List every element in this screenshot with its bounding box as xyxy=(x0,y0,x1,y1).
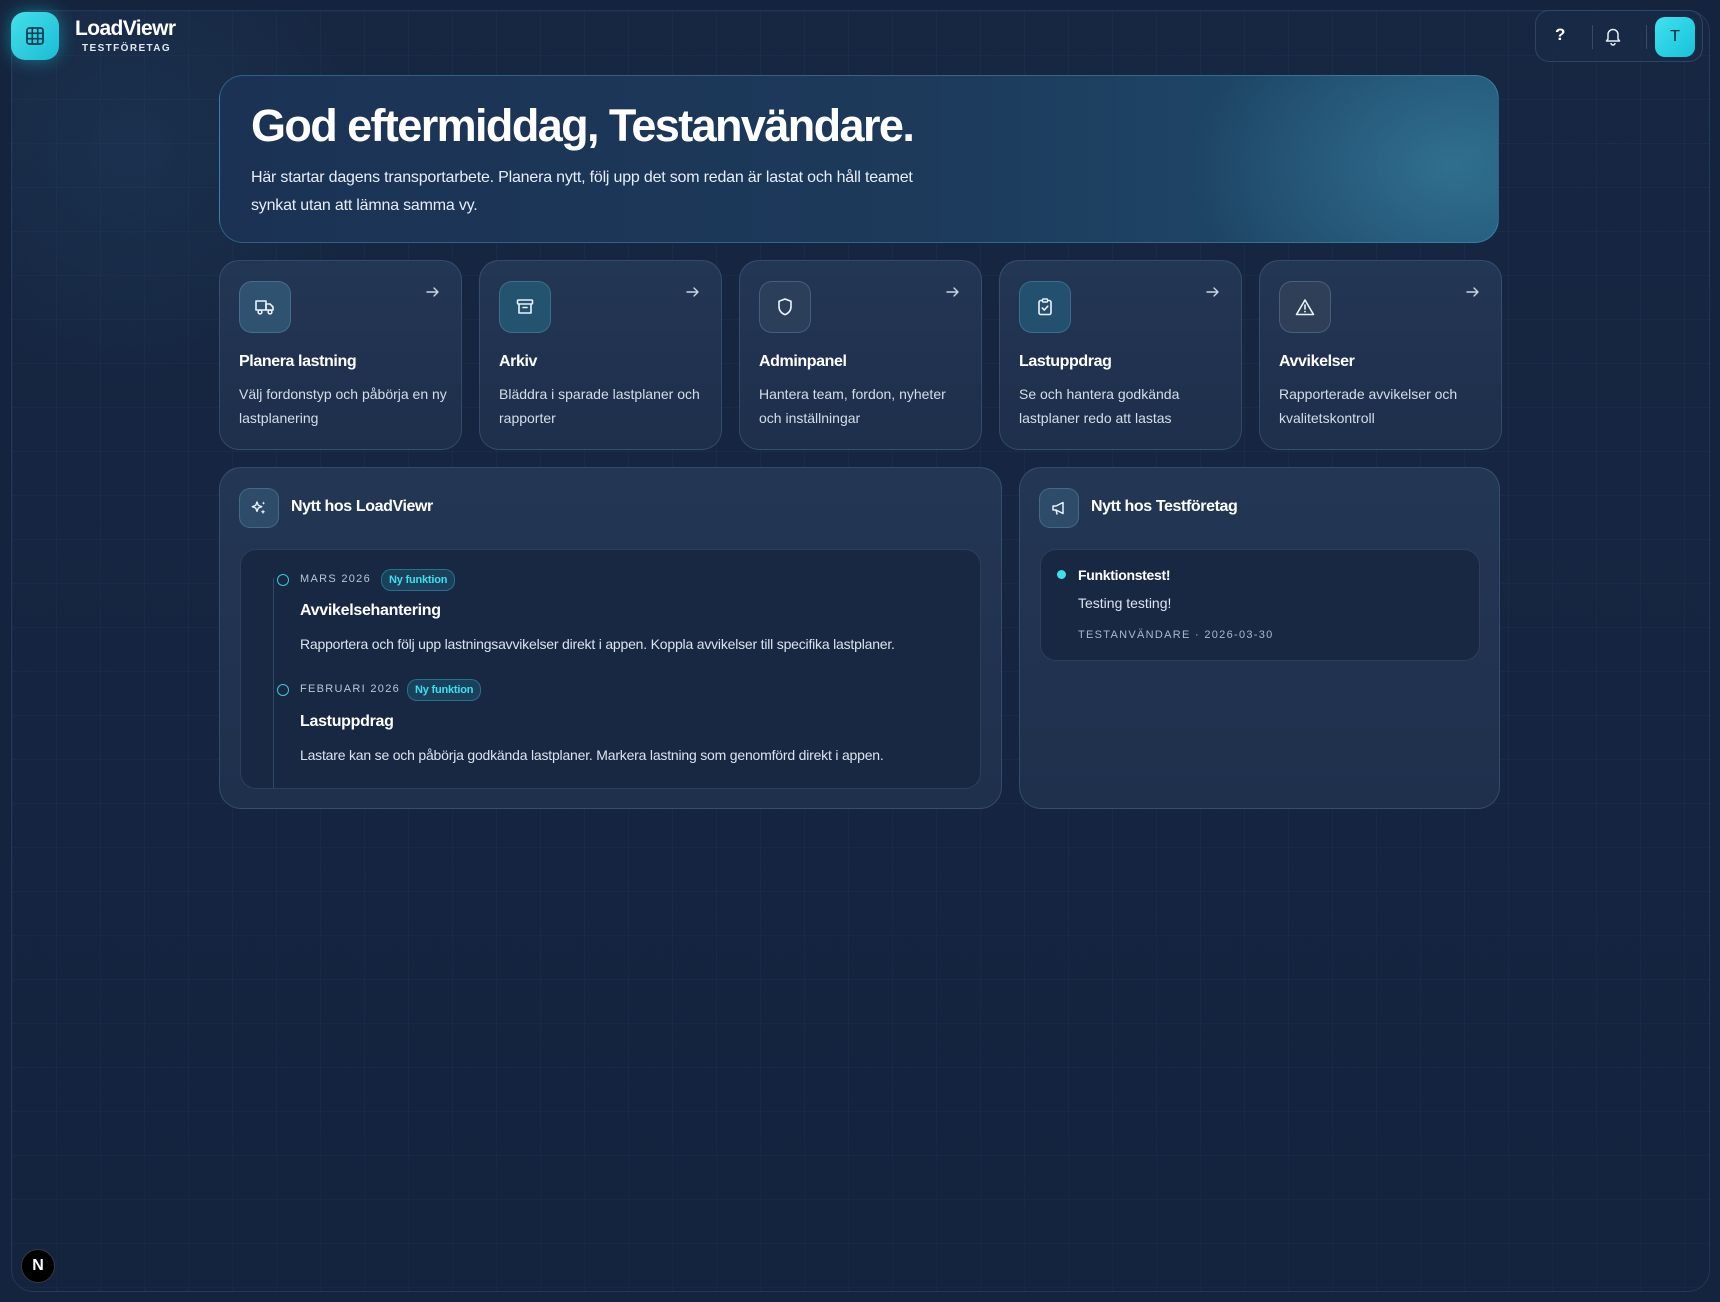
timeline-dot xyxy=(277,574,289,586)
panel-title: Nytt hos LoadViewr xyxy=(291,498,433,515)
sparkles-icon xyxy=(239,488,279,528)
post-title: Funktionstest! xyxy=(1078,567,1171,583)
megaphone-icon xyxy=(1039,488,1079,528)
news-date: FEBRUARI 2026 xyxy=(300,683,401,695)
company-name: TESTFÖRETAG xyxy=(82,43,172,54)
news-title: Avvikelsehantering xyxy=(300,602,441,619)
card-description: Hantera team, fordon, nyheter och instäl… xyxy=(759,386,946,426)
card-title: Arkiv xyxy=(499,353,538,370)
card-description: Se och hantera godkända lastplaner redo … xyxy=(1019,386,1180,426)
shield-icon xyxy=(759,281,811,333)
news-description: Lastare kan se och påbörja godkända last… xyxy=(300,747,884,763)
unread-dot xyxy=(1057,570,1066,579)
arrow-right-icon xyxy=(1206,285,1220,303)
brand-name: LoadViewr xyxy=(75,17,176,40)
greeting-title: God eftermiddag, Testanvändare. xyxy=(251,100,915,151)
panel-news-company: Nytt hos Testföretag Funktionstest! Test… xyxy=(1019,467,1500,809)
new-feature-badge: Ny funktion xyxy=(381,569,456,591)
card-title: Avvikelser xyxy=(1279,353,1355,370)
toolbar-divider xyxy=(1646,25,1647,49)
news-title: Lastuppdrag xyxy=(300,713,394,730)
welcome-hero: God eftermiddag, Testanvändare. Här star… xyxy=(219,75,1499,243)
post-body: Testing testing! xyxy=(1078,595,1172,611)
news-date: MARS 2026 xyxy=(300,573,372,585)
card-description: Rapporterade avvikelser och kvalitetskon… xyxy=(1279,386,1458,426)
help-button[interactable]: ? xyxy=(1555,25,1565,45)
arrow-right-icon xyxy=(1466,285,1480,303)
card-title: Adminpanel xyxy=(759,353,847,370)
arrow-right-icon xyxy=(686,285,700,303)
card-description: Bläddra i sparade lastplaner och rapport… xyxy=(499,386,700,426)
card-title: Planera lastning xyxy=(239,353,357,370)
archive-icon xyxy=(499,281,551,333)
panel-title: Nytt hos Testföretag xyxy=(1091,498,1238,515)
truck-icon xyxy=(239,281,291,333)
app-grid-icon[interactable] xyxy=(11,12,59,60)
card-arkiv[interactable]: Arkiv Bläddra i sparade lastplaner och r… xyxy=(479,260,722,450)
card-lastuppdrag[interactable]: Lastuppdrag Se och hantera godkända last… xyxy=(999,260,1242,450)
clipboard-check-icon xyxy=(1019,281,1071,333)
panel-news-loadviewr: Nytt hos LoadViewr MARS 2026 Ny funktion… xyxy=(219,467,1002,809)
card-adminpanel[interactable]: Adminpanel Hantera team, fordon, nyheter… xyxy=(739,260,982,450)
arrow-right-icon xyxy=(426,285,440,303)
user-avatar-button[interactable]: T xyxy=(1655,17,1695,57)
news-description: Rapportera och följ upp lastningsavvikel… xyxy=(300,636,895,652)
top-toolbar: ? T xyxy=(1535,10,1703,62)
card-description: Välj fordonstyp och påbörja en ny lastpl… xyxy=(239,386,447,426)
company-news-post[interactable]: Funktionstest! Testing testing! TESTANVÄ… xyxy=(1040,549,1480,661)
warning-triangle-icon xyxy=(1279,281,1331,333)
post-meta: TESTANVÄNDARE · 2026-03-30 xyxy=(1078,629,1274,641)
toolbar-divider xyxy=(1592,25,1593,49)
card-title: Lastuppdrag xyxy=(1019,353,1112,370)
greeting-text: Här startar dagens transportarbete. Plan… xyxy=(251,169,913,214)
timeline-dot xyxy=(277,684,289,696)
card-planera-lastning[interactable]: Planera lastning Välj fordonstyp och påb… xyxy=(219,260,462,450)
dev-tools-badge[interactable]: N xyxy=(21,1249,55,1283)
arrow-right-icon xyxy=(946,285,960,303)
notification-bell-icon[interactable] xyxy=(1604,26,1622,51)
news-timeline[interactable]: MARS 2026 Ny funktion Avvikelsehantering… xyxy=(240,549,981,789)
new-feature-badge: Ny funktion xyxy=(407,679,482,701)
timeline-line xyxy=(273,578,274,788)
card-avvikelser[interactable]: Avvikelser Rapporterade avvikelser och k… xyxy=(1259,260,1502,450)
